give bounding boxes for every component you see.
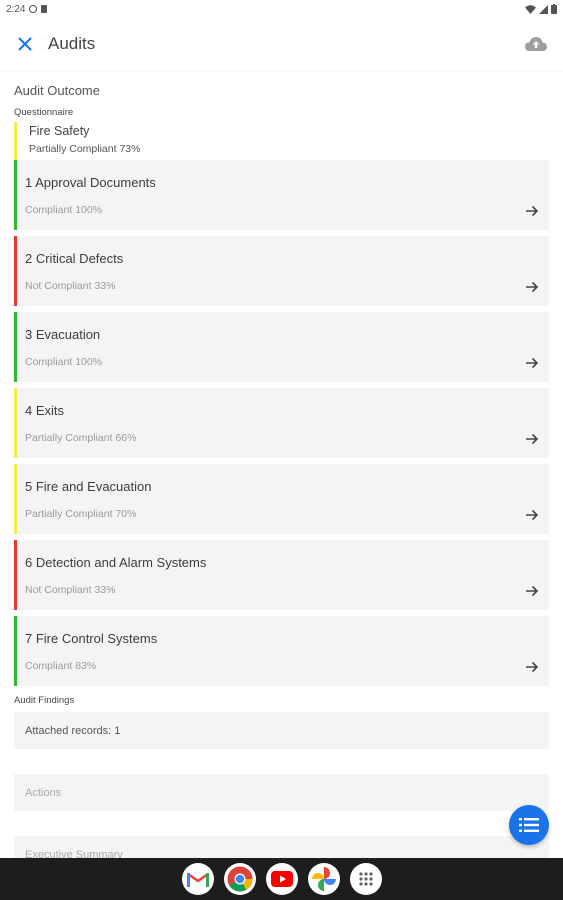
section-list: 1 Approval Documents Compliant 100% 2 Crit…: [14, 160, 549, 686]
status-time: 2:24: [6, 3, 26, 15]
attached-records-field[interactable]: Attached records: 1: [14, 712, 549, 749]
compliance-indicator: [14, 160, 17, 230]
photos-icon: [311, 867, 336, 891]
sd-card-icon: [41, 5, 48, 13]
compliance-indicator: [14, 312, 17, 382]
app-dock: [0, 858, 563, 900]
photos-app[interactable]: [307, 863, 340, 895]
upload-button[interactable]: [523, 33, 549, 55]
compliance-indicator: [14, 540, 17, 610]
youtube-icon: [270, 871, 293, 887]
app-drawer-icon: [358, 872, 373, 886]
chrome-app[interactable]: [223, 863, 256, 895]
section-status: Partially Compliant 70%: [25, 508, 137, 520]
compliance-indicator: [14, 236, 17, 306]
section-title: 2 Critical Defects: [25, 251, 124, 266]
questionnaire-label: Questionnaire: [14, 107, 74, 118]
section-title: 4 Exits: [25, 403, 65, 418]
gmail-app[interactable]: [181, 863, 214, 895]
questionnaire-name: Fire Safety: [29, 124, 90, 138]
arrow-right-icon[interactable]: [525, 356, 539, 370]
section-card[interactable]: 6 Detection and Alarm Systems Not Complia…: [14, 540, 549, 610]
youtube-app[interactable]: [265, 863, 298, 895]
section-status: Compliant 100%: [25, 204, 103, 216]
signal-icon: [539, 4, 548, 14]
section-card[interactable]: 5 Fire and Evacuation Partially Compliant…: [14, 464, 549, 534]
compliance-indicator: [14, 388, 17, 458]
chrome-icon: [227, 866, 252, 892]
arrow-right-icon[interactable]: [525, 432, 539, 446]
wifi-icon: [525, 4, 536, 14]
gmail-icon: [186, 871, 209, 887]
status-bar: 2:24: [0, 0, 563, 18]
section-status: Compliant 83%: [25, 660, 97, 672]
arrow-right-icon[interactable]: [525, 660, 539, 674]
cloud-upload-icon: [525, 37, 547, 51]
sync-icon: [29, 5, 38, 13]
close-icon: [18, 37, 32, 51]
section-card[interactable]: 2 Critical Defects Not Compliant 33%: [14, 236, 549, 306]
section-status: Not Compliant 33%: [25, 584, 116, 596]
section-card[interactable]: 4 Exits Partially Compliant 66%: [14, 388, 549, 458]
section-card[interactable]: 1 Approval Documents Compliant 100%: [14, 160, 549, 230]
section-status: Compliant 100%: [25, 356, 103, 368]
section-card[interactable]: 7 Fire Control Systems Compliant 83%: [14, 616, 549, 686]
audit-content: Audit Outcome Questionnaire Fire Safety …: [14, 70, 549, 873]
section-status: Not Compliant 33%: [25, 280, 116, 292]
questionnaire-item: Fire Safety Partially Compliant 73%: [14, 122, 549, 160]
section-title: 3 Evacuation: [25, 327, 101, 342]
questionnaire-status: Partially Compliant 73%: [29, 143, 141, 155]
compliance-indicator: [14, 464, 17, 534]
section-title: 6 Detection and Alarm Systems: [25, 555, 207, 570]
battery-icon: [551, 4, 557, 14]
page-title: Audits: [48, 34, 96, 53]
arrow-right-icon[interactable]: [525, 280, 539, 294]
section-title: 1 Approval Documents: [25, 175, 156, 190]
audit-outcome-title: Audit Outcome: [14, 83, 100, 98]
audit-findings-label: Audit Findings: [14, 695, 75, 706]
list-icon: [519, 818, 539, 832]
section-title: 7 Fire Control Systems: [25, 631, 158, 646]
actions-field[interactable]: Actions: [14, 774, 549, 811]
close-button[interactable]: [14, 33, 36, 55]
arrow-right-icon[interactable]: [525, 204, 539, 218]
list-fab-button[interactable]: [509, 805, 549, 845]
section-title: 5 Fire and Evacuation: [25, 479, 152, 494]
arrow-right-icon[interactable]: [525, 584, 539, 598]
app-bar: Audits: [0, 18, 563, 70]
compliance-indicator: [14, 616, 17, 686]
app-drawer[interactable]: [349, 863, 382, 895]
arrow-right-icon[interactable]: [525, 508, 539, 522]
section-status: Partially Compliant 66%: [25, 432, 137, 444]
section-card[interactable]: 3 Evacuation Compliant 100%: [14, 312, 549, 382]
